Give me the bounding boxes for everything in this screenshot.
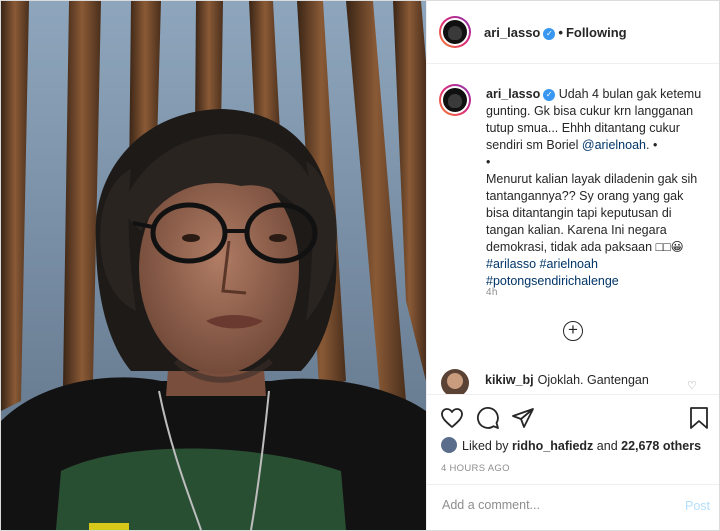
caption-bullet: • — [486, 155, 491, 169]
liker-avatar[interactable] — [441, 437, 457, 453]
hashtag-arielnoah[interactable]: #arielnoah — [540, 257, 598, 271]
post-timestamp[interactable]: 4 HOURS AGO — [441, 463, 510, 474]
load-more-comments-icon[interactable]: + — [563, 321, 583, 341]
post-actions: Liked by ridho_hafiedz and 22,678 others… — [427, 394, 719, 530]
header-user-line: ari_lasso ✓ • Following — [484, 25, 627, 40]
author-avatar[interactable] — [439, 16, 471, 48]
comments-section[interactable]: ari_lasso ✓ Udah 4 bulan gak ketemu gunti… — [427, 64, 719, 394]
caption: ari_lasso ✓ Udah 4 bulan gak ketemu gunti… — [486, 86, 708, 290]
author-username[interactable]: ari_lasso — [484, 25, 540, 40]
caption-time: 4h — [486, 287, 498, 298]
likes-prefix: Liked by — [462, 439, 509, 453]
hashtag-potongsendirichalenge[interactable]: #potongsendirichalenge — [486, 274, 619, 288]
caption-avatar[interactable] — [439, 84, 471, 116]
hashtag-arilasso[interactable]: #arilasso — [486, 257, 536, 271]
likes-and: and — [596, 439, 618, 453]
post-details-panel: ari_lasso ✓ • Following ari_lasso ✓ Udah 4 b… — [426, 1, 719, 530]
share-icon[interactable] — [511, 406, 535, 430]
comment-like-icon[interactable]: ♡ — [687, 379, 697, 392]
commenter-avatar[interactable] — [441, 369, 469, 394]
caption-emoji: □□😀 — [655, 240, 684, 254]
comment-icon[interactable] — [476, 406, 500, 430]
post-comment-button[interactable]: Post — [685, 499, 710, 513]
comment-text: kikiw_bj Ojoklah. Gantengan — [485, 373, 649, 387]
following-button[interactable]: Following — [566, 25, 627, 40]
caption-username[interactable]: ari_lasso — [486, 87, 540, 101]
add-comment-bar: Post — [427, 484, 719, 530]
post-image — [1, 1, 426, 530]
liker-username[interactable]: ridho_hafiedz — [512, 439, 593, 453]
likes-count[interactable]: 22,678 others — [621, 439, 701, 453]
caption-mention[interactable]: @arielnoah — [582, 138, 646, 152]
verified-badge-icon: ✓ — [543, 28, 556, 40]
comment-body: Ojoklah. Gantengan — [537, 373, 649, 387]
caption-verified-icon: ✓ — [543, 89, 556, 101]
heart-icon[interactable] — [440, 406, 464, 430]
comment-item: kikiw_bj Ojoklah. Gantengan ♡ — [439, 369, 709, 394]
header-separator: • — [558, 25, 563, 40]
instagram-post-modal: ari_lasso ✓ • Following ari_lasso ✓ Udah 4 b… — [0, 0, 720, 531]
comment-username[interactable]: kikiw_bj — [485, 373, 534, 387]
comment-input[interactable] — [440, 497, 664, 513]
likes-summary: Liked by ridho_hafiedz and 22,678 others — [441, 437, 701, 453]
bookmark-icon[interactable] — [687, 406, 711, 430]
caption-text-2: . • — [646, 138, 658, 152]
post-header: ari_lasso ✓ • Following — [427, 1, 719, 64]
post-photo[interactable] — [1, 1, 426, 530]
